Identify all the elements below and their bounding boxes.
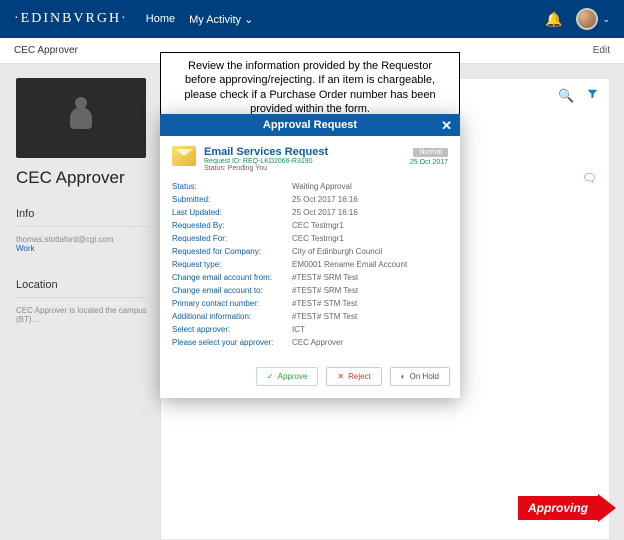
detail-value: 25 Oct 2017 16:16 [292,195,448,204]
detail-row: Primary contact number:#TEST# STM Test [172,297,448,310]
close-icon[interactable]: ✕ [441,118,452,134]
detail-key: Change email account to: [172,286,292,295]
detail-value: 25 Oct 2017 16:16 [292,208,448,217]
arrow-right-icon [598,494,616,522]
detail-row: Additional information:#TEST# STM Test [172,310,448,323]
detail-value: City of Edinburgh Council [292,247,448,256]
detail-value: ICT [292,325,448,334]
instruction-callout: Review the information provided by the R… [160,52,460,123]
detail-row: Please select your approver:CEC Approver [172,336,448,349]
reject-button[interactable]: ✕Reject [326,367,381,386]
approval-modal: Approval Request ✕ Email Services Reques… [160,114,460,398]
detail-value: #TEST# SRM Test [292,286,448,295]
approving-arrow-label: Approving [518,496,598,520]
detail-value: CEC Approver [292,338,448,347]
approve-button[interactable]: ✓Approve [256,367,319,386]
detail-row: Request type:EM0001 Rename Email Account [172,258,448,271]
detail-key: Submitted: [172,195,292,204]
detail-row: Last Updated:25 Oct 2017 16:16 [172,206,448,219]
request-id: Request ID: REQ-LKD2066-R3190 [204,158,328,165]
detail-key: Please select your approver: [172,338,292,347]
detail-key: Request type: [172,260,292,269]
detail-row: Change email account to:#TEST# SRM Test [172,284,448,297]
detail-key: Requested For: [172,234,292,243]
detail-key: Requested for Company: [172,247,292,256]
detail-row: Requested For:CEC Testmgr1 [172,232,448,245]
detail-value: EM0001 Rename Email Account [292,260,448,269]
detail-value: #TEST# SRM Test [292,273,448,282]
detail-key: Change email account from: [172,273,292,282]
detail-row: Submitted:25 Oct 2017 16:16 [172,193,448,206]
modal-title: Approval Request [263,119,357,131]
approving-arrow[interactable]: Approving [518,494,616,522]
envelope-icon [172,146,196,166]
detail-key: Requested By: [172,221,292,230]
detail-key: Additional information: [172,312,292,321]
detail-value: Waiting Approval [292,182,448,191]
detail-key: Primary contact number: [172,299,292,308]
on-hold-button[interactable]: ◐On Hold [390,367,450,386]
detail-row: Requested for Company:City of Edinburgh … [172,245,448,258]
detail-row: Change email account from:#TEST# SRM Tes… [172,271,448,284]
detail-key: Select approver: [172,325,292,334]
detail-value: #TEST# STM Test [292,299,448,308]
detail-row: Status:Waiting Approval [172,180,448,193]
priority-badge: Normal [413,148,448,157]
detail-key: Last Updated: [172,208,292,217]
detail-value: #TEST# STM Test [292,312,448,321]
request-title: Email Services Request [204,146,328,158]
detail-row: Select approver:ICT [172,323,448,336]
request-status-line: Status: Pending You [204,165,328,172]
detail-row: Requested By:CEC Testmgr1 [172,219,448,232]
badge-date: 25 Oct 2017 [410,159,448,166]
detail-key: Status: [172,182,292,191]
detail-value: CEC Testmgr1 [292,234,448,243]
detail-value: CEC Testmgr1 [292,221,448,230]
